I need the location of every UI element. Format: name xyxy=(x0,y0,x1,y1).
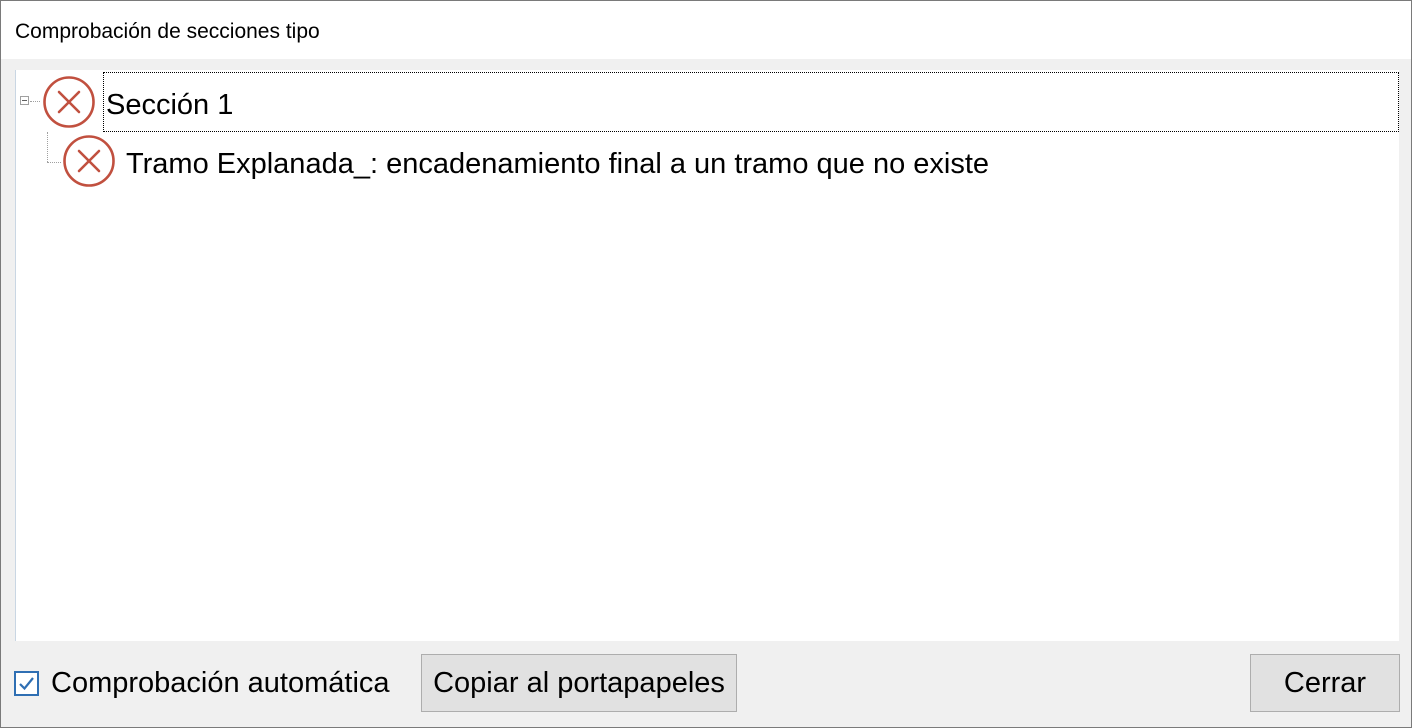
dialog-footer: Comprobación automática Copiar al portap… xyxy=(1,642,1411,728)
error-circle-icon xyxy=(62,134,116,188)
copy-to-clipboard-button[interactable]: Copiar al portapapeles xyxy=(421,654,737,712)
results-tree[interactable]: Sección 1 Tramo Explanada_: encadenamien… xyxy=(15,70,1399,641)
selection-focus-rect xyxy=(103,72,1399,132)
tree-node-label: Tramo Explanada_: encadenamiento final a… xyxy=(126,148,990,180)
title-bar: Comprobación de secciones tipo xyxy=(1,1,1411,59)
collapse-toggle-icon[interactable] xyxy=(20,96,29,105)
window-title: Comprobación de secciones tipo xyxy=(15,20,320,43)
dialog-window: Comprobación de secciones tipo Sección 1 xyxy=(0,0,1412,728)
auto-check-label[interactable]: Comprobación automática xyxy=(51,666,390,700)
auto-check-checkbox[interactable] xyxy=(14,671,39,696)
checkmark-icon xyxy=(19,677,34,691)
tree-node-root[interactable]: Sección 1 xyxy=(16,70,1399,132)
tree-connector-line xyxy=(30,101,40,102)
tree-node-child[interactable]: Tramo Explanada_: encadenamiento final a… xyxy=(16,132,1399,192)
tree-node-label: Sección 1 xyxy=(106,89,234,121)
close-button[interactable]: Cerrar xyxy=(1250,654,1400,712)
error-circle-icon xyxy=(42,75,96,129)
